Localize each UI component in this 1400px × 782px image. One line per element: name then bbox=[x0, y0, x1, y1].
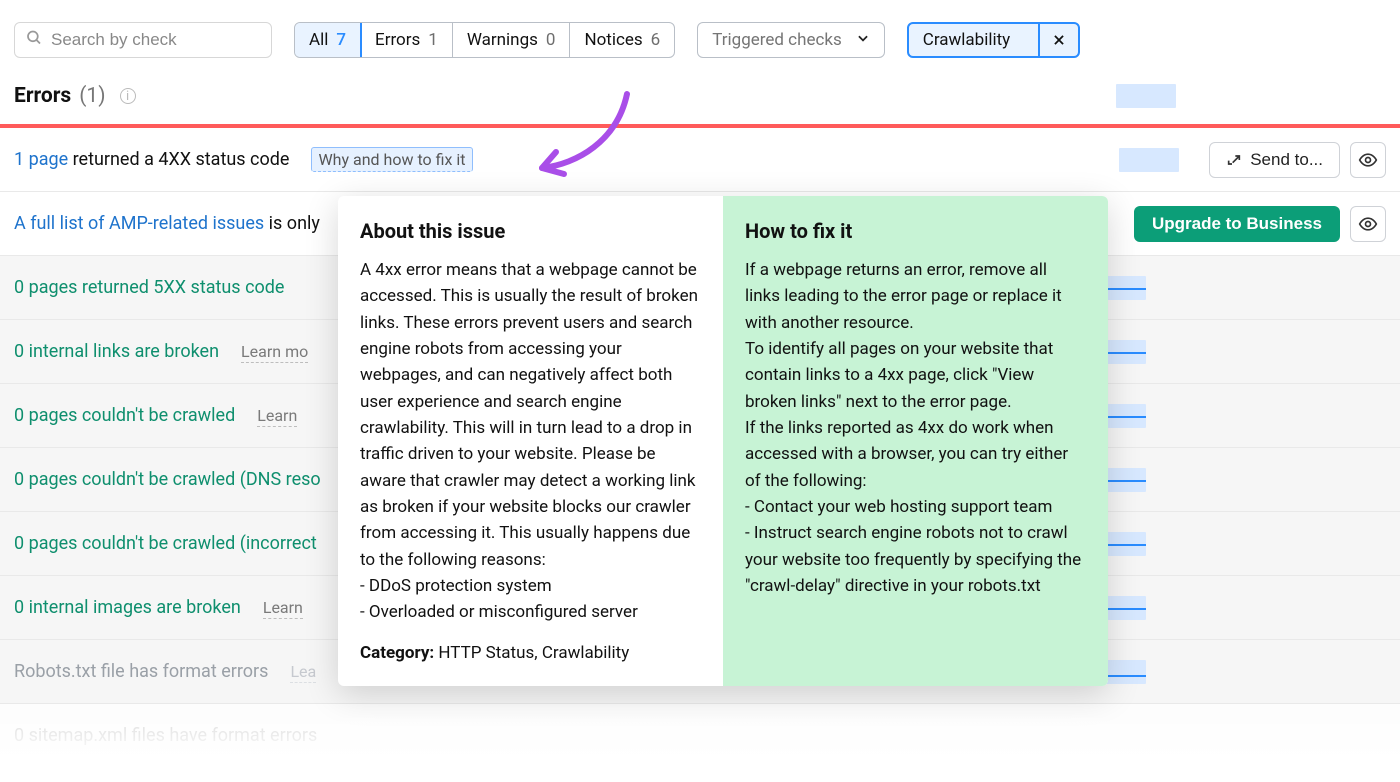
tab-errors[interactable]: Errors 1 bbox=[360, 23, 452, 57]
section-header: Errors (1) i bbox=[0, 78, 1400, 124]
issue-text: 0 pages couldn't be crawled (incorrect bbox=[14, 533, 317, 554]
page-count-link[interactable]: 1 page bbox=[14, 149, 68, 170]
fix-panel: How to fix it If a webpage returns an er… bbox=[723, 196, 1108, 686]
share-icon bbox=[1226, 152, 1242, 168]
tab-count: 1 bbox=[428, 30, 438, 50]
send-to-label: Send to... bbox=[1250, 150, 1323, 170]
tab-label: Notices bbox=[584, 30, 642, 50]
about-title: About this issue bbox=[360, 216, 701, 247]
tab-count: 0 bbox=[546, 30, 556, 50]
issue-text: Robots.txt file has format errors bbox=[14, 661, 268, 682]
info-icon[interactable]: i bbox=[120, 88, 136, 104]
search-input[interactable] bbox=[51, 30, 271, 50]
filter-remove-button[interactable] bbox=[1038, 24, 1078, 56]
learn-more-link[interactable]: Learn bbox=[257, 406, 297, 427]
issue-help-popover: About this issue A 4xx error means that … bbox=[338, 196, 1108, 686]
issue-type-tabs: All 7 Errors 1 Warnings 0 Notices 6 bbox=[294, 22, 675, 58]
why-and-how-link[interactable]: Why and how to fix it bbox=[311, 147, 472, 172]
tab-count: 7 bbox=[336, 30, 346, 50]
issue-text: 0 sitemap.xml files have format errors bbox=[14, 725, 317, 746]
issue-text: 0 internal links are broken bbox=[14, 341, 219, 362]
learn-more-link[interactable]: Learn bbox=[263, 598, 303, 619]
issue-text: 1 page returned a 4XX status code bbox=[14, 149, 289, 170]
section-count: (1) bbox=[79, 84, 105, 108]
issue-text: 0 pages returned 5XX status code bbox=[14, 277, 284, 298]
eye-icon bbox=[1358, 150, 1378, 170]
filter-tag-label: Crawlability bbox=[909, 30, 1024, 50]
search-field[interactable] bbox=[14, 22, 272, 58]
tab-label: Warnings bbox=[467, 30, 538, 50]
tab-label: Errors bbox=[375, 30, 420, 50]
tab-count: 6 bbox=[651, 30, 661, 50]
trend-sparkline bbox=[1116, 84, 1176, 108]
fix-title: How to fix it bbox=[745, 216, 1086, 247]
issue-row: 0 sitemap.xml files have format errors bbox=[0, 704, 1400, 768]
category-value: HTTP Status, Crawlability bbox=[434, 643, 629, 663]
issue-link[interactable]: A full list of AMP-related issues bbox=[14, 213, 264, 234]
issue-text: 0 pages couldn't be crawled (DNS reso bbox=[14, 469, 321, 490]
upgrade-button[interactable]: Upgrade to Business bbox=[1134, 206, 1340, 242]
learn-more-link[interactable]: Lea bbox=[290, 662, 316, 683]
tab-warnings[interactable]: Warnings 0 bbox=[452, 23, 570, 57]
chevron-down-icon bbox=[856, 30, 870, 50]
issue-text: 0 pages couldn't be crawled bbox=[14, 405, 235, 426]
trend-sparkline bbox=[1119, 148, 1179, 172]
eye-icon bbox=[1358, 214, 1378, 234]
filter-tag-crawlability[interactable]: Crawlability bbox=[907, 22, 1080, 58]
tab-label: All bbox=[309, 30, 328, 50]
issue-text: 0 internal images are broken bbox=[14, 597, 241, 618]
tab-notices[interactable]: Notices 6 bbox=[569, 23, 674, 57]
learn-more-link[interactable]: Learn mo bbox=[241, 342, 308, 363]
category-label: Category: bbox=[360, 643, 434, 663]
toolbar: All 7 Errors 1 Warnings 0 Notices 6 Trig… bbox=[0, 0, 1400, 78]
tab-all[interactable]: All 7 bbox=[294, 22, 362, 58]
visibility-toggle[interactable] bbox=[1350, 142, 1386, 178]
send-to-button[interactable]: Send to... bbox=[1209, 142, 1340, 178]
visibility-toggle[interactable] bbox=[1350, 206, 1386, 242]
dropdown-label: Triggered checks bbox=[712, 30, 842, 50]
fix-body: If a webpage returns an error, remove al… bbox=[745, 257, 1086, 599]
about-panel: About this issue A 4xx error means that … bbox=[338, 196, 723, 686]
issue-text: A full list of AMP-related issues is onl… bbox=[14, 213, 320, 234]
search-icon bbox=[25, 29, 43, 52]
triggered-checks-dropdown[interactable]: Triggered checks bbox=[697, 22, 885, 58]
section-title: Errors bbox=[14, 84, 71, 108]
issue-row: 1 page returned a 4XX status code Why an… bbox=[0, 128, 1400, 192]
about-body: A 4xx error means that a webpage cannot … bbox=[360, 257, 701, 626]
